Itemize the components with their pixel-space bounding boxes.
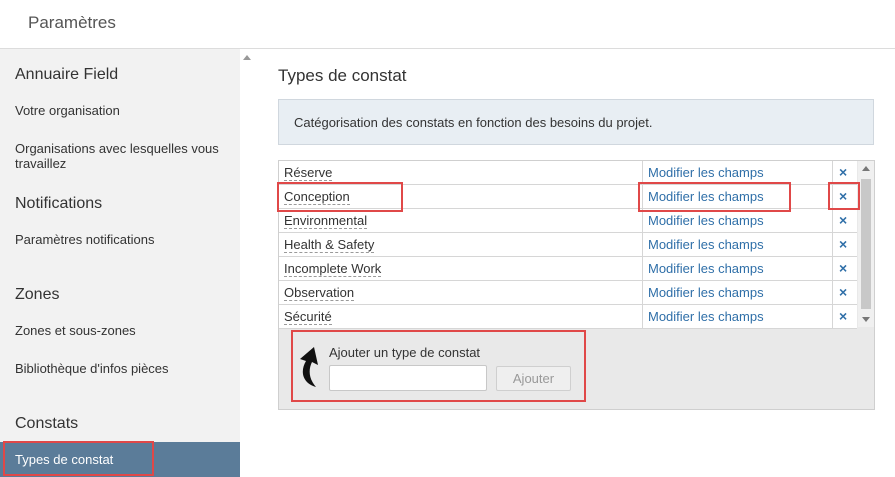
sidebar-section-annuaire: Annuaire Field (15, 66, 119, 83)
delete-icon[interactable]: × (839, 308, 847, 324)
add-type-input[interactable] (329, 365, 487, 391)
column-divider (832, 209, 833, 233)
table-row: Incomplete Work Modifier les champs × (279, 257, 857, 281)
sidebar-item-organisations[interactable]: Organisations avec lesquelles vous trava… (15, 141, 230, 171)
type-name[interactable]: Environmental (284, 213, 368, 229)
description-text: Catégorisation des constats en fonction … (294, 115, 653, 130)
column-divider (642, 305, 643, 329)
scroll-up-arrow-icon[interactable] (862, 166, 870, 171)
edit-fields-link[interactable]: Modifier les champs (648, 189, 764, 204)
delete-icon[interactable]: × (839, 164, 847, 180)
column-divider (832, 161, 833, 185)
table-row: Observation Modifier les champs × (279, 281, 857, 305)
delete-icon[interactable]: × (839, 284, 847, 300)
page-title: Paramètres (28, 13, 116, 32)
delete-icon[interactable]: × (839, 212, 847, 228)
edit-fields-link[interactable]: Modifier les champs (648, 309, 764, 324)
sidebar-item-zones-sous-zones[interactable]: Zones et sous-zones (15, 323, 230, 338)
delete-icon[interactable]: × (839, 236, 847, 252)
column-divider (642, 161, 643, 185)
column-divider (832, 185, 833, 209)
sidebar-item-parametres-notifications[interactable]: Paramètres notifications (15, 232, 230, 247)
type-name[interactable]: Sécurité (284, 309, 332, 325)
sidebar-item-bibliotheque[interactable]: Bibliothèque d'infos pièces (15, 361, 230, 376)
table-row: Environmental Modifier les champs × (279, 209, 857, 233)
sidebar-section-notifications: Notifications (15, 195, 103, 212)
table-row: Conception Modifier les champs × (279, 185, 857, 209)
column-divider (642, 233, 643, 257)
curved-arrow-icon (300, 347, 318, 387)
type-name[interactable]: Réserve (284, 165, 333, 181)
column-divider (832, 281, 833, 305)
column-divider (832, 233, 833, 257)
edit-fields-link[interactable]: Modifier les champs (648, 237, 764, 252)
table-row: Réserve Modifier les champs × (279, 161, 857, 185)
edit-fields-link[interactable]: Modifier les champs (648, 213, 764, 228)
delete-icon[interactable]: × (839, 188, 847, 204)
sidebar-section-constats: Constats (15, 415, 79, 432)
sidebar-item-votre-organisation[interactable]: Votre organisation (15, 103, 230, 118)
scrollbar-thumb[interactable] (861, 179, 871, 309)
add-type-label: Ajouter un type de constat (329, 345, 481, 360)
type-name[interactable]: Incomplete Work (284, 261, 382, 277)
description-box: Catégorisation des constats en fonction … (278, 99, 874, 145)
app-header: Paramètres (0, 0, 895, 49)
delete-icon[interactable]: × (839, 260, 847, 276)
edit-fields-link[interactable]: Modifier les champs (648, 285, 764, 300)
sidebar-section-zones: Zones (15, 286, 60, 303)
section-title: Types de constat (278, 66, 407, 85)
sidebar-item-types-de-constat[interactable]: Types de constat (0, 442, 240, 477)
table-row: Sécurité Modifier les champs × (279, 305, 857, 329)
column-divider (832, 257, 833, 281)
add-button[interactable]: Ajouter (496, 366, 571, 391)
type-name[interactable]: Conception (284, 189, 350, 205)
scroll-down-arrow-icon[interactable] (862, 317, 870, 322)
column-divider (642, 185, 643, 209)
column-divider (832, 305, 833, 329)
table-row: Health & Safety Modifier les champs × (279, 233, 857, 257)
scroll-up-arrow-icon[interactable] (243, 55, 251, 60)
type-name[interactable]: Observation (284, 285, 355, 301)
column-divider (642, 281, 643, 305)
type-name[interactable]: Health & Safety (284, 237, 375, 253)
edit-fields-link[interactable]: Modifier les champs (648, 165, 764, 180)
column-divider (642, 257, 643, 281)
table-scrollbar[interactable] (858, 161, 874, 327)
column-divider (642, 209, 643, 233)
edit-fields-link[interactable]: Modifier les champs (648, 261, 764, 276)
sidebar-item-label: Types de constat (15, 452, 114, 467)
